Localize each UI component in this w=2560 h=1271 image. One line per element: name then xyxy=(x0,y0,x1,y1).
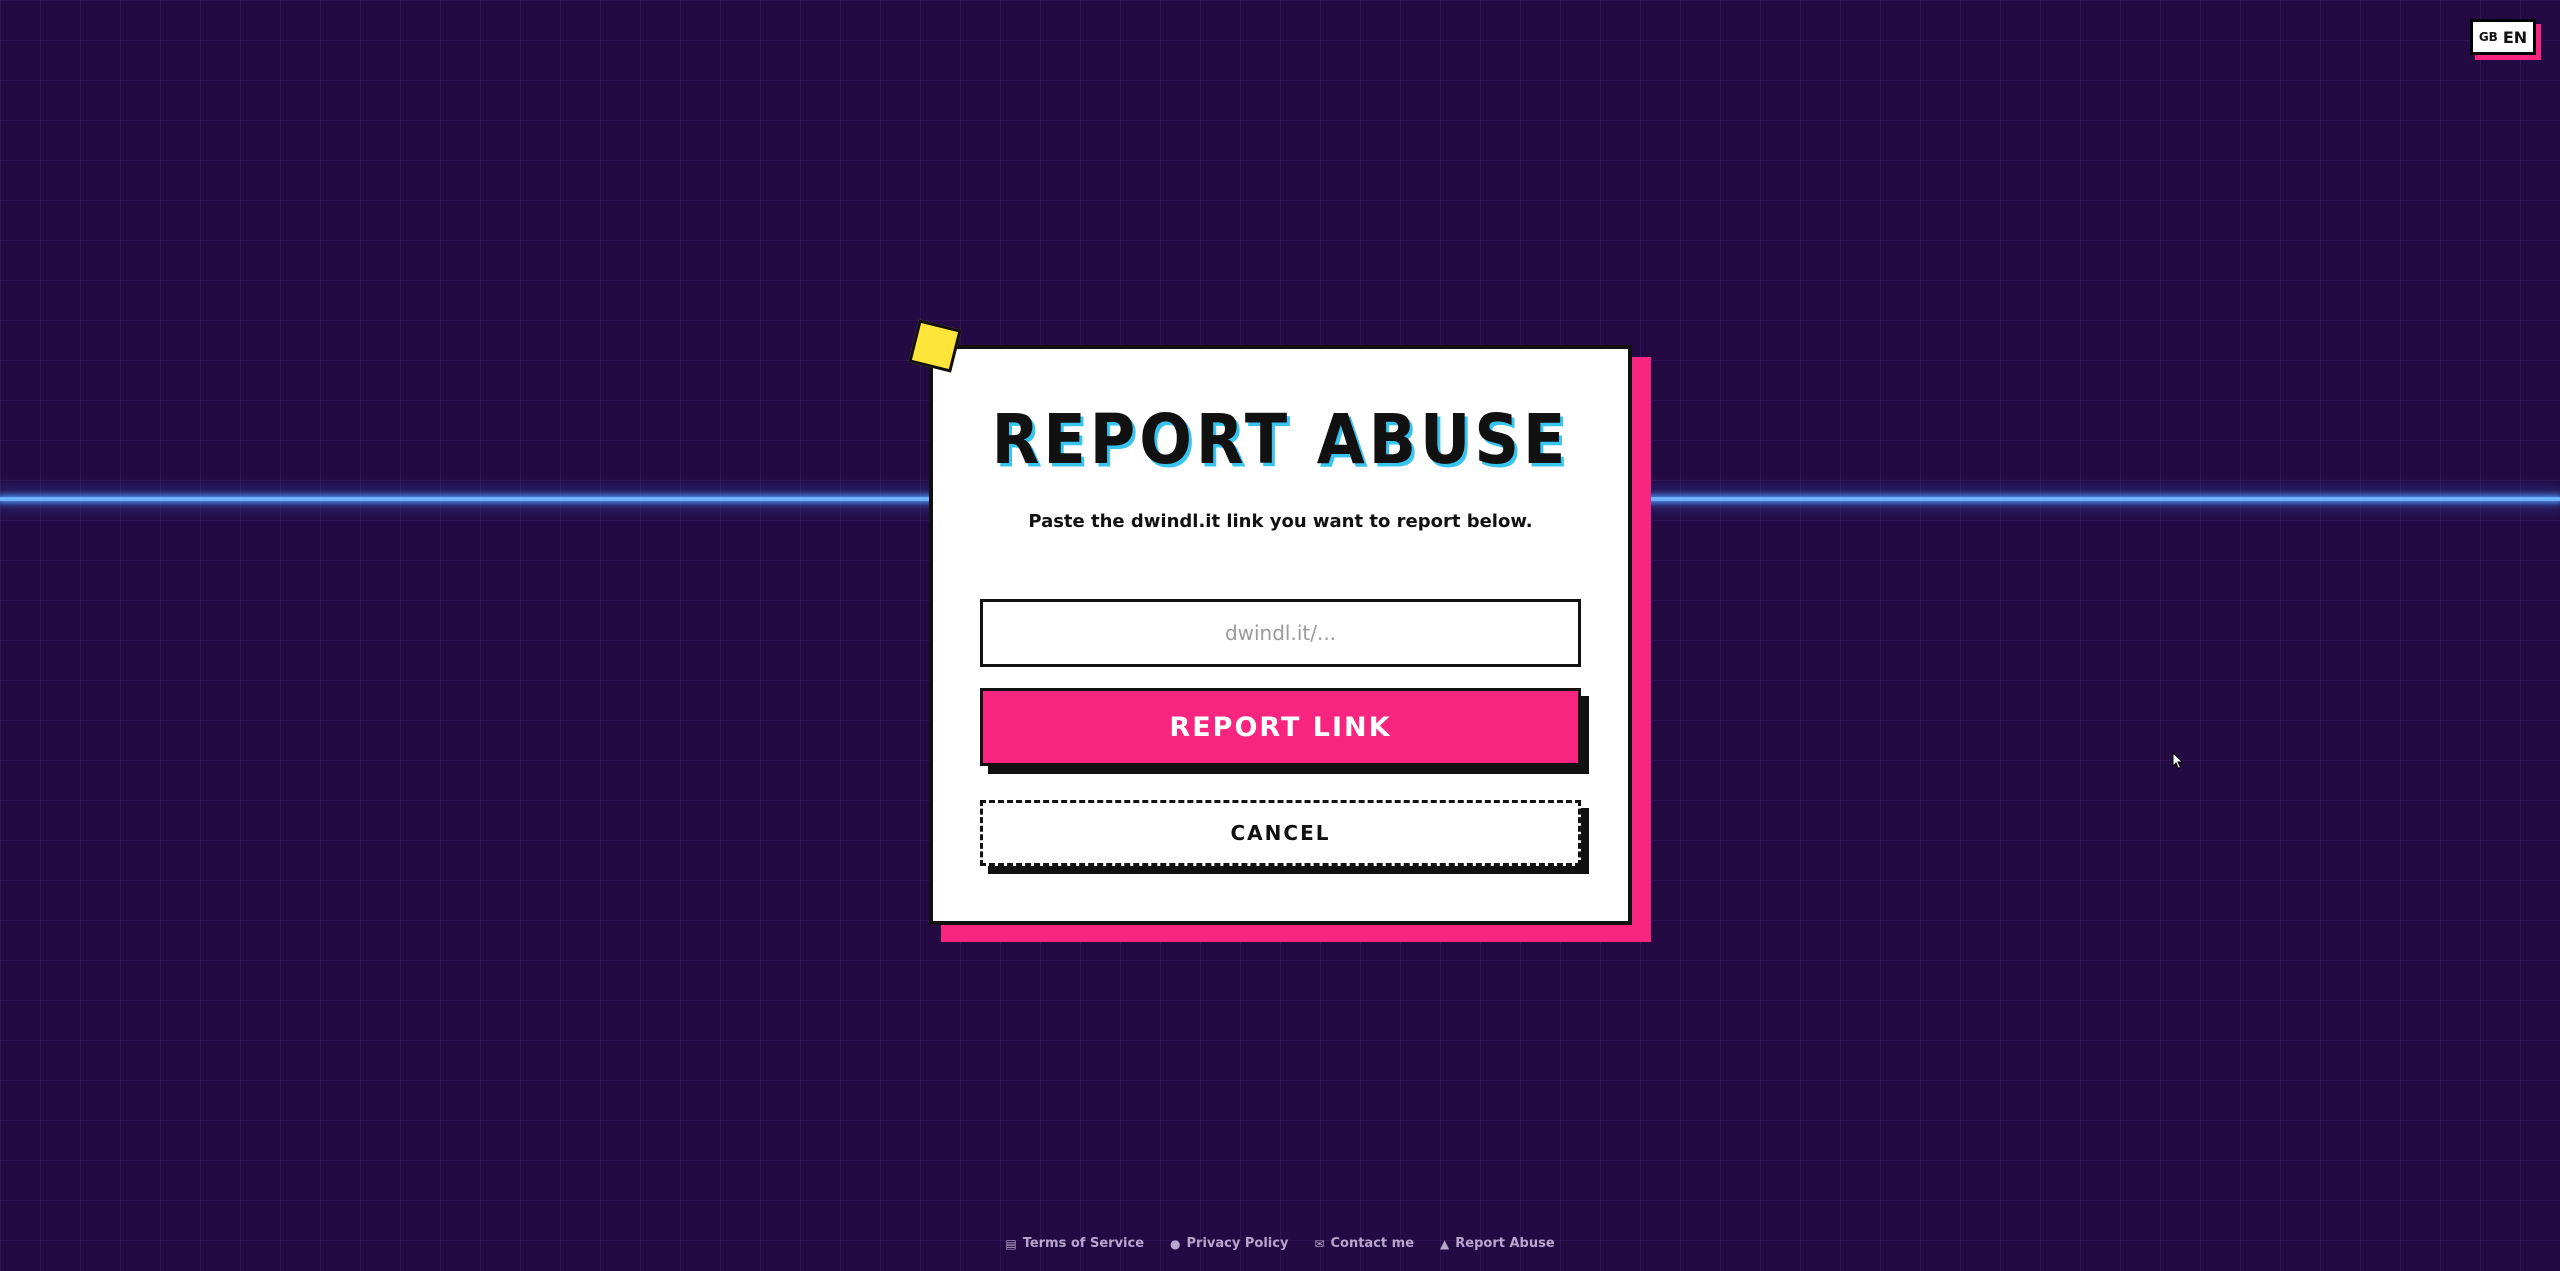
footer-link-label: Contact me xyxy=(1330,1236,1415,1251)
language-code: EN xyxy=(2502,27,2528,47)
detective-icon: ● xyxy=(1170,1236,1181,1251)
envelope-icon: ✉ xyxy=(1314,1236,1325,1251)
footer-link-privacy[interactable]: ● Privacy Policy xyxy=(1170,1236,1288,1251)
dialog-subtitle: Paste the dwindl.it link you want to rep… xyxy=(1028,511,1533,532)
cancel-button[interactable]: CANCEL xyxy=(980,800,1581,866)
language-switcher[interactable]: GB EN xyxy=(2470,19,2536,55)
report-url-input[interactable] xyxy=(980,599,1581,667)
footer-link-label: Terms of Service xyxy=(1022,1236,1145,1251)
scroll-icon: ▤ xyxy=(1005,1236,1017,1251)
siren-icon: ▲ xyxy=(1440,1236,1450,1251)
mouse-pointer-icon xyxy=(2172,752,2184,770)
report-abuse-dialog: REPORT ABUSE Paste the dwindl.it link yo… xyxy=(929,345,1632,925)
footer-link-contact[interactable]: ✉ Contact me xyxy=(1314,1236,1414,1251)
footer-link-label: Report Abuse xyxy=(1455,1236,1555,1251)
footer-link-report-abuse[interactable]: ▲ Report Abuse xyxy=(1440,1236,1555,1251)
report-link-button[interactable]: REPORT LINK xyxy=(980,688,1581,766)
footer-link-label: Privacy Policy xyxy=(1186,1236,1289,1251)
dialog-title: REPORT ABUSE xyxy=(991,399,1570,480)
footer-link-terms[interactable]: ▤ Terms of Service xyxy=(1005,1236,1144,1251)
footer-links: ▤ Terms of Service ● Privacy Policy ✉ Co… xyxy=(0,1236,2560,1251)
gb-flag-icon: GB xyxy=(2478,30,2498,44)
